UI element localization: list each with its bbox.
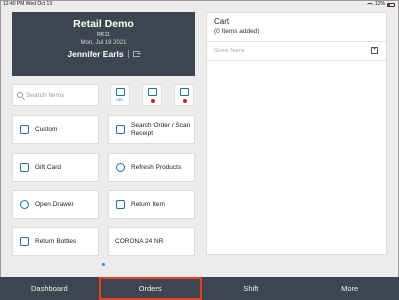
bottom-tab-bar: Dashboard Orders Shift More: [0, 277, 399, 300]
upc-label: UPC: [116, 98, 124, 102]
upc-scan-button[interactable]: UPC: [110, 84, 130, 106]
wifi-icon: [366, 2, 373, 7]
register-id: RK11: [96, 32, 111, 38]
custom-label: Custom: [35, 125, 58, 133]
custom-button[interactable]: Custom: [12, 115, 99, 144]
open-drawer-button[interactable]: Open Drawer: [12, 190, 99, 219]
gift-card-button[interactable]: Gift Card: [12, 153, 99, 182]
tab-shift[interactable]: Shift: [202, 277, 301, 300]
store-info-card: Retail Demo RK11 Mon, Jul 19 2021 Jennif…: [12, 12, 195, 76]
return-bottles-label: Return Bottles: [35, 237, 77, 245]
add-guest-icon[interactable]: +: [371, 47, 378, 54]
status-time-date: 12:40 PM Wed Oct 13: [3, 1, 53, 7]
printer-status-dot: [151, 99, 155, 103]
search-input[interactable]: Search Items: [12, 84, 99, 106]
gift-card-label: Gift Card: [35, 163, 62, 171]
refresh-icon: [116, 163, 125, 172]
logout-icon[interactable]: [132, 51, 141, 57]
divider: [207, 60, 386, 61]
return-bottles-button[interactable]: Return Bottles: [12, 227, 99, 256]
dollar-icon: [20, 125, 29, 134]
return-item-label: Return Item: [131, 200, 165, 208]
barcode-scanner-icon: [116, 88, 125, 96]
printer-button[interactable]: [142, 84, 162, 106]
receipt-search-icon: [116, 125, 125, 134]
product-button-corona[interactable]: CORONA 24 NR: [108, 227, 195, 256]
product-label: CORONA 24 NR: [115, 237, 164, 245]
cart-item-count: (0 Items added): [214, 28, 260, 35]
tab-more[interactable]: More: [300, 277, 399, 300]
search-icon: [17, 92, 23, 98]
bottle-icon: [20, 237, 29, 246]
card-reader-button[interactable]: [174, 84, 194, 106]
search-placeholder: Search Items: [26, 91, 65, 99]
cart-title: Cart: [214, 17, 230, 26]
user-name: Jennifer Earls: [67, 49, 124, 59]
store-name: Retail Demo: [73, 18, 134, 30]
card-reader-icon: [180, 88, 189, 96]
battery-icon: [387, 2, 395, 7]
refresh-products-label: Refresh Products: [131, 163, 182, 171]
business-date: Mon, Jul 19 2021: [80, 40, 127, 46]
open-drawer-label: Open Drawer: [35, 200, 74, 208]
tab-dashboard[interactable]: Dashboard: [0, 277, 99, 300]
status-bar: 12:40 PM Wed Oct 13 12%: [0, 0, 399, 9]
search-order-button[interactable]: Search Order / Scan Receipt: [108, 115, 195, 144]
cart-panel: Cart (0 Items added) Guest Name +: [206, 12, 387, 255]
gift-card-icon: [20, 163, 29, 172]
battery-percent: 12%: [374, 1, 385, 7]
cash-drawer-icon: [20, 200, 29, 209]
search-order-label: Search Order / Scan Receipt: [131, 121, 191, 137]
return-item-button[interactable]: Return Item: [108, 190, 195, 219]
refresh-products-button[interactable]: Refresh Products: [108, 153, 195, 182]
card-reader-status-dot: [183, 99, 187, 103]
divider: [207, 41, 386, 42]
printer-icon: [148, 88, 157, 96]
divider: [127, 50, 129, 58]
page-indicator-dot: [102, 263, 105, 266]
tab-orders[interactable]: Orders: [98, 277, 202, 300]
return-item-icon: [116, 200, 125, 209]
guest-name-field[interactable]: Guest Name: [214, 48, 245, 54]
